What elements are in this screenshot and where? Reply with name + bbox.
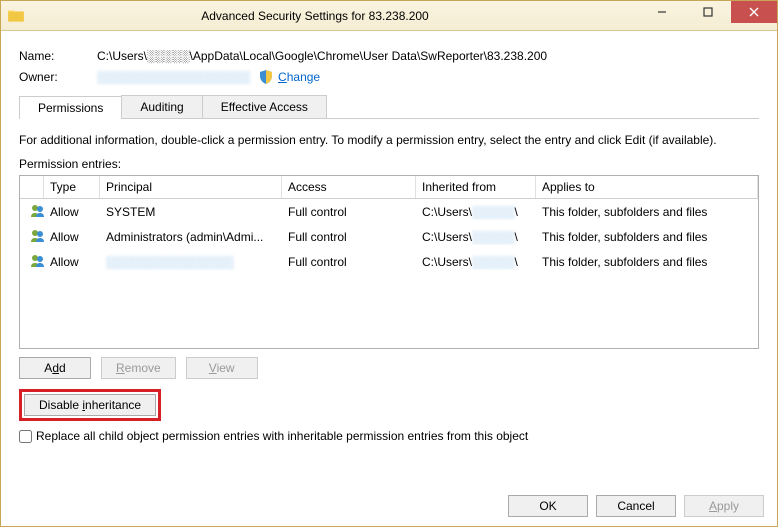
maximize-button[interactable] bbox=[685, 1, 731, 23]
permission-grid[interactable]: Type Principal Access Inherited from App… bbox=[19, 175, 759, 349]
cell-access: Full control bbox=[282, 204, 416, 220]
col-inherited[interactable]: Inherited from bbox=[416, 176, 536, 198]
tab-auditing[interactable]: Auditing bbox=[121, 95, 202, 118]
owner-label: Owner: bbox=[19, 70, 97, 84]
entries-label: Permission entries: bbox=[19, 157, 759, 171]
window-controls bbox=[639, 1, 777, 30]
content-area: Name: C:\Users\░░░░░\AppData\Local\Googl… bbox=[1, 31, 777, 453]
titlebar: Advanced Security Settings for 83.238.20… bbox=[1, 1, 777, 31]
apply-button: Apply bbox=[684, 495, 764, 517]
tab-bar: Permissions Auditing Effective Access bbox=[19, 95, 759, 119]
cell-inherited: C:\Users\░░░░░\ bbox=[416, 254, 536, 270]
ok-button[interactable]: OK bbox=[508, 495, 588, 517]
cell-principal: Administrators (admin\Admi... bbox=[100, 229, 282, 245]
name-label: Name: bbox=[19, 49, 97, 63]
users-icon bbox=[30, 227, 44, 243]
highlight-box: Disable inheritance bbox=[19, 389, 161, 421]
replace-checkbox-row: Replace all child object permission entr… bbox=[19, 429, 759, 443]
view-button: View bbox=[186, 357, 258, 379]
cell-inherited: C:\Users\░░░░░\ bbox=[416, 204, 536, 220]
col-icon[interactable] bbox=[20, 176, 44, 198]
table-row[interactable]: Allow░░░░░░░░░░░░░░░Full controlC:\Users… bbox=[20, 249, 758, 274]
cell-type: Allow bbox=[44, 254, 100, 270]
add-button[interactable]: Add bbox=[19, 357, 91, 379]
grid-header: Type Principal Access Inherited from App… bbox=[20, 176, 758, 199]
cell-applies: This folder, subfolders and files bbox=[536, 254, 758, 270]
remove-button: Remove bbox=[101, 357, 176, 379]
disable-inheritance-button[interactable]: Disable inheritance bbox=[24, 394, 156, 416]
tab-permissions[interactable]: Permissions bbox=[19, 96, 122, 119]
cell-type: Allow bbox=[44, 204, 100, 220]
dialog-footer: OK Cancel Apply bbox=[508, 495, 764, 517]
name-value: C:\Users\░░░░░\AppData\Local\Google\Chro… bbox=[97, 49, 547, 63]
info-text: For additional information, double-click… bbox=[19, 133, 759, 147]
change-owner-link[interactable]: Change bbox=[278, 70, 320, 84]
cell-inherited: C:\Users\░░░░░\ bbox=[416, 229, 536, 245]
cell-access: Full control bbox=[282, 254, 416, 270]
name-row: Name: C:\Users\░░░░░\AppData\Local\Googl… bbox=[19, 49, 759, 63]
cancel-button[interactable]: Cancel bbox=[596, 495, 676, 517]
cell-principal: SYSTEM bbox=[100, 204, 282, 220]
shield-icon bbox=[258, 69, 274, 85]
users-icon bbox=[30, 202, 44, 218]
owner-value: ░░░░░░░░░░░░░░░░░░ bbox=[97, 70, 250, 84]
cell-applies: This folder, subfolders and files bbox=[536, 204, 758, 220]
col-access[interactable]: Access bbox=[282, 176, 416, 198]
col-principal[interactable]: Principal bbox=[100, 176, 282, 198]
folder-icon bbox=[7, 7, 25, 25]
col-applies[interactable]: Applies to bbox=[536, 176, 758, 198]
col-type[interactable]: Type bbox=[44, 176, 100, 198]
users-icon bbox=[30, 252, 44, 268]
cell-access: Full control bbox=[282, 229, 416, 245]
table-row[interactable]: AllowAdministrators (admin\Admi...Full c… bbox=[20, 224, 758, 249]
owner-row: Owner: ░░░░░░░░░░░░░░░░░░ Change bbox=[19, 69, 759, 85]
cell-type: Allow bbox=[44, 229, 100, 245]
tab-effective-access[interactable]: Effective Access bbox=[202, 95, 327, 118]
replace-checkbox[interactable] bbox=[19, 430, 32, 443]
cell-applies: This folder, subfolders and files bbox=[536, 229, 758, 245]
window-title: Advanced Security Settings for 83.238.20… bbox=[31, 9, 639, 23]
minimize-button[interactable] bbox=[639, 1, 685, 23]
close-button[interactable] bbox=[731, 1, 777, 23]
grid-buttons: Add Remove View bbox=[19, 357, 759, 379]
replace-checkbox-label[interactable]: Replace all child object permission entr… bbox=[36, 429, 528, 443]
cell-principal: ░░░░░░░░░░░░░░░ bbox=[100, 254, 282, 270]
table-row[interactable]: AllowSYSTEMFull controlC:\Users\░░░░░\Th… bbox=[20, 199, 758, 224]
